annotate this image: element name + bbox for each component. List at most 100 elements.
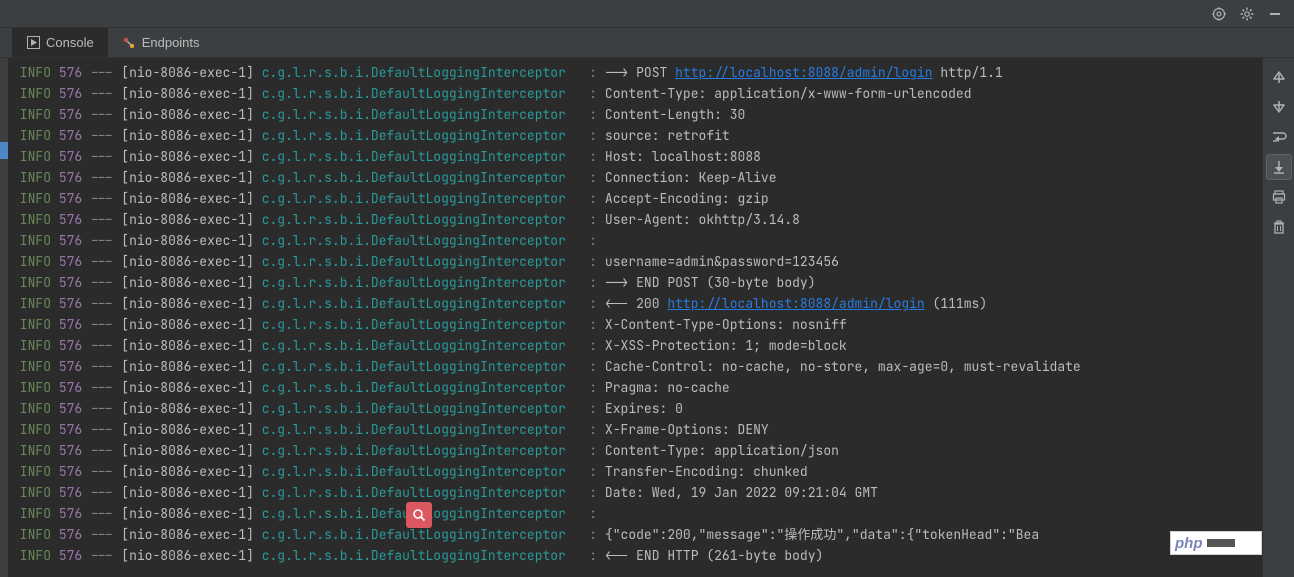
log-pid: 576 — [59, 106, 82, 123]
log-line: INFO 576 --- [nio-8086-exec-1] c.g.l.r.s… — [12, 251, 1262, 272]
log-message: {"code":200,"message":"操作成功","data":{"to… — [605, 526, 1039, 543]
log-message: Content-Type: application/x-www-form-url… — [605, 85, 972, 102]
log-sep: : — [589, 421, 597, 438]
log-dash: --- — [90, 421, 113, 438]
log-message: Content-Type: application/json — [605, 442, 839, 459]
log-logger: c.g.l.r.s.b.i.DefaultLoggingInterceptor — [262, 211, 566, 228]
log-level: INFO — [12, 232, 51, 249]
log-level: INFO — [12, 127, 51, 144]
log-line: INFO 576 --- [nio-8086-exec-1] c.g.l.r.s… — [12, 377, 1262, 398]
scroll-to-end-icon[interactable] — [1266, 154, 1292, 180]
watermark: php — [1170, 531, 1262, 555]
log-line: INFO 576 --- [nio-8086-exec-1] c.g.l.r.s… — [12, 545, 1262, 566]
log-message: source: retrofit — [605, 127, 730, 144]
log-thread: [nio-8086-exec-1] — [121, 358, 254, 375]
log-message: Transfer-Encoding: chunked — [605, 463, 808, 480]
tab-label: Endpoints — [142, 35, 200, 50]
log-message: Cache-Control: no-cache, no-store, max-a… — [605, 358, 1081, 375]
log-sep: : — [589, 106, 597, 123]
log-level: INFO — [12, 526, 51, 543]
log-level: INFO — [12, 442, 51, 459]
log-pid: 576 — [59, 64, 82, 81]
log-sep: : — [589, 547, 597, 564]
log-pid: 576 — [59, 316, 82, 333]
log-level: INFO — [12, 106, 51, 123]
arrow-up-icon[interactable] — [1266, 64, 1292, 90]
log-sep: : — [589, 169, 597, 186]
log-dash: --- — [90, 232, 113, 249]
log-thread: [nio-8086-exec-1] — [121, 148, 254, 165]
log-thread: [nio-8086-exec-1] — [121, 316, 254, 333]
gutter-marker — [0, 142, 8, 159]
log-dash: --- — [90, 106, 113, 123]
url-link[interactable]: http://localhost:8088/admin/login — [667, 295, 924, 312]
log-thread: [nio-8086-exec-1] — [121, 442, 254, 459]
tab-console[interactable]: Console — [12, 28, 108, 57]
log-level: INFO — [12, 484, 51, 501]
log-level: INFO — [12, 505, 51, 522]
log-level: INFO — [12, 190, 51, 207]
log-thread: [nio-8086-exec-1] — [121, 64, 254, 81]
log-sep: : — [589, 337, 597, 354]
log-sep: : — [589, 127, 597, 144]
log-line: INFO 576 --- [nio-8086-exec-1] c.g.l.r.s… — [12, 230, 1262, 251]
log-pid: 576 — [59, 337, 82, 354]
log-thread: [nio-8086-exec-1] — [121, 421, 254, 438]
print-icon[interactable] — [1266, 184, 1292, 210]
log-pid: 576 — [59, 442, 82, 459]
log-logger: c.g.l.r.s.b.i.DefaultLoggingInterceptor — [262, 442, 566, 459]
log-dash: --- — [90, 127, 113, 144]
log-dash: --- — [90, 253, 113, 270]
log-logger: c.g.l.r.s.b.i.DefaultLoggingInterceptor — [262, 106, 566, 123]
target-icon[interactable] — [1206, 3, 1232, 25]
log-level: INFO — [12, 547, 51, 564]
arrow-down-icon[interactable] — [1266, 94, 1292, 120]
tab-endpoints[interactable]: Endpoints — [108, 28, 214, 57]
log-logger: c.g.l.r.s.b.i.DefaultLoggingInterceptor — [262, 400, 566, 417]
log-logger: c.g.l.r.s.b.i.DefaultLoggingInterceptor — [262, 64, 566, 81]
log-logger: c.g.l.r.s.b.i.DefaultLoggingInterceptor — [262, 526, 566, 543]
log-line: INFO 576 --- [nio-8086-exec-1] c.g.l.r.s… — [12, 125, 1262, 146]
log-dash: --- — [90, 547, 113, 564]
gear-icon[interactable] — [1234, 3, 1260, 25]
log-line: INFO 576 --- [nio-8086-exec-1] c.g.l.r.s… — [12, 440, 1262, 461]
endpoints-icon — [122, 36, 136, 50]
log-thread: [nio-8086-exec-1] — [121, 400, 254, 417]
log-line: INFO 576 --- [nio-8086-exec-1] c.g.l.r.s… — [12, 293, 1262, 314]
log-pid: 576 — [59, 211, 82, 228]
log-thread: [nio-8086-exec-1] — [121, 127, 254, 144]
log-dash: --- — [90, 400, 113, 417]
log-dash: --- — [90, 274, 113, 291]
url-link[interactable]: http://localhost:8088/admin/login — [675, 64, 932, 81]
tab-label: Console — [46, 35, 94, 50]
log-dash: --- — [90, 190, 113, 207]
log-dash: --- — [90, 169, 113, 186]
log-sep: : — [589, 505, 597, 522]
log-line: INFO 576 --- [nio-8086-exec-1] c.g.l.r.s… — [12, 503, 1262, 524]
log-message: --> POST http://localhost:8088/admin/log… — [605, 64, 1003, 81]
log-thread: [nio-8086-exec-1] — [121, 106, 254, 123]
log-dash: --- — [90, 64, 113, 81]
log-dash: --- — [90, 379, 113, 396]
log-logger: c.g.l.r.s.b.i.DefaultLoggingInterceptor — [262, 358, 566, 375]
soft-wrap-icon[interactable] — [1266, 124, 1292, 150]
trash-icon[interactable] — [1266, 214, 1292, 240]
log-dash: --- — [90, 358, 113, 375]
log-logger: c.g.l.r.s.b.i.DefaultLoggingInterceptor — [262, 85, 566, 102]
log-sep: : — [589, 358, 597, 375]
log-sep: : — [589, 400, 597, 417]
log-thread: [nio-8086-exec-1] — [121, 505, 254, 522]
console-output[interactable]: INFO 576 --- [nio-8086-exec-1] c.g.l.r.s… — [8, 58, 1262, 577]
log-pid: 576 — [59, 190, 82, 207]
log-line: INFO 576 --- [nio-8086-exec-1] c.g.l.r.s… — [12, 146, 1262, 167]
log-level: INFO — [12, 148, 51, 165]
log-thread: [nio-8086-exec-1] — [121, 547, 254, 564]
log-dash: --- — [90, 85, 113, 102]
log-line: INFO 576 --- [nio-8086-exec-1] c.g.l.r.s… — [12, 524, 1262, 545]
search-button[interactable] — [406, 502, 432, 528]
log-logger: c.g.l.r.s.b.i.DefaultLoggingInterceptor — [262, 253, 566, 270]
log-level: INFO — [12, 358, 51, 375]
log-line: INFO 576 --- [nio-8086-exec-1] c.g.l.r.s… — [12, 482, 1262, 503]
minimize-icon[interactable] — [1262, 3, 1288, 25]
log-logger: c.g.l.r.s.b.i.DefaultLoggingInterceptor — [262, 547, 566, 564]
